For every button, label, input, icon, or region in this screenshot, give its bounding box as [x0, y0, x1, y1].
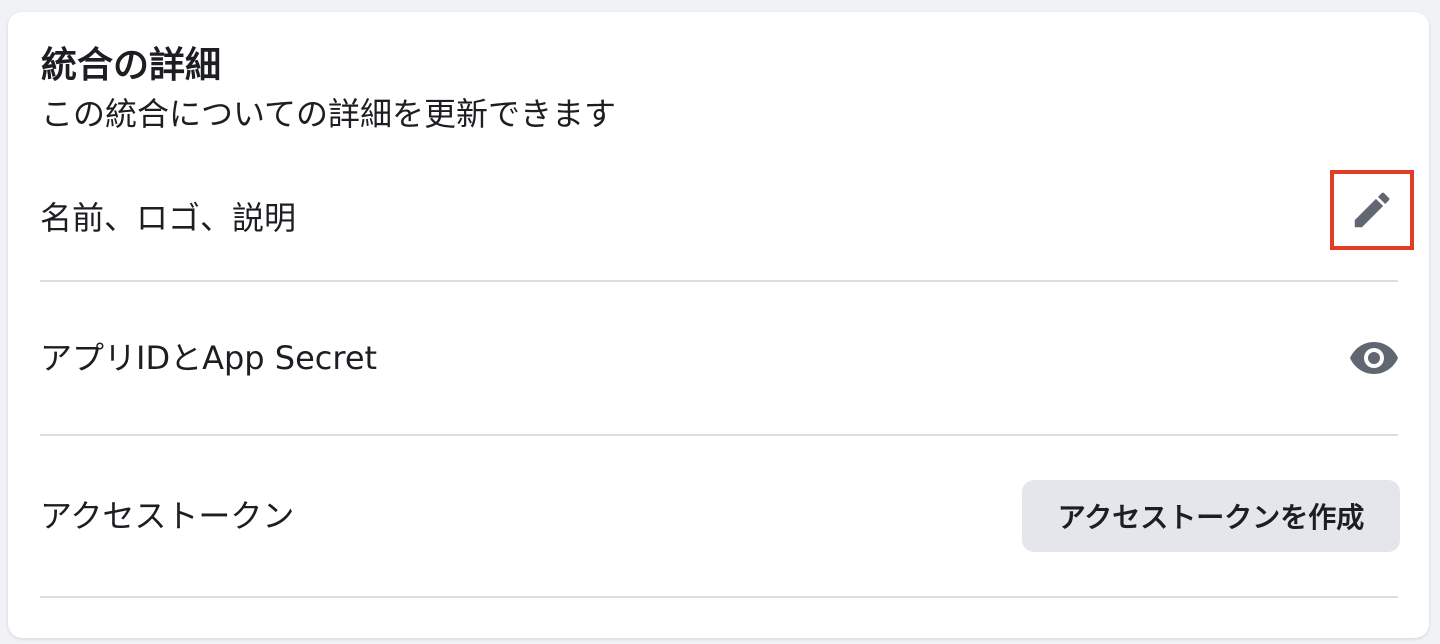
row-app-id-secret: アプリIDとApp Secret: [40, 282, 1398, 436]
row-name-logo-description: 名前、ロゴ、説明: [40, 162, 1414, 282]
section-subtitle: この統合についての詳細を更新できます: [41, 95, 617, 133]
pencil-icon: [1354, 192, 1390, 228]
row-access-token: アクセストークン アクセストークンを作成: [40, 436, 1400, 598]
row-label-app-id-secret: アプリIDとApp Secret: [40, 339, 378, 377]
row-label-name-logo-description: 名前、ロゴ、説明: [40, 199, 297, 237]
edit-button[interactable]: [1330, 170, 1414, 250]
eye-icon: [1350, 342, 1398, 374]
integration-details-card: 統合の詳細 この統合についての詳細を更新できます 名前、ロゴ、説明 アプリIDと…: [8, 12, 1429, 638]
show-secret-button[interactable]: [1348, 338, 1400, 378]
create-access-token-button[interactable]: アクセストークンを作成: [1022, 480, 1400, 552]
row-label-access-token: アクセストークン: [40, 497, 295, 535]
section-title: 統合の詳細: [41, 45, 222, 86]
